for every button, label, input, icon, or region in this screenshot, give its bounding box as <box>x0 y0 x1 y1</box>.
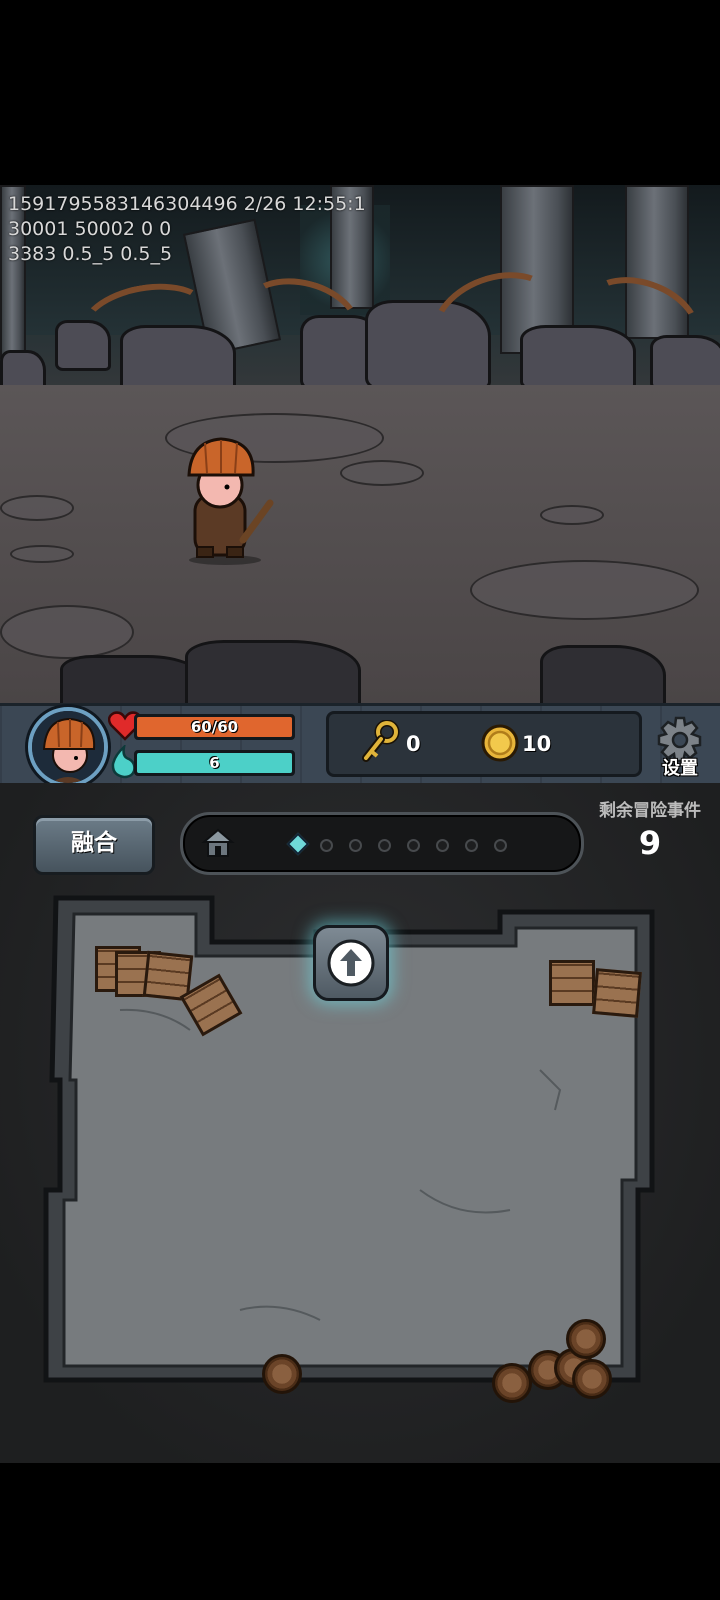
coin-count: 10 <box>522 732 552 756</box>
adventure-progress-track <box>180 812 584 875</box>
wooden-barrel <box>572 1359 612 1399</box>
progress-dot <box>436 839 449 852</box>
floor-puddle <box>470 560 699 620</box>
hp-bar: 60/60 <box>134 714 295 740</box>
debug-overlay: 1591795583146304496 2/26 12:55:1 30001 5… <box>8 192 366 267</box>
key-count: 0 <box>406 732 421 756</box>
pumpkin-hero-character <box>187 437 274 565</box>
progress-dot <box>349 839 362 852</box>
floor-puddle <box>540 505 604 525</box>
fuse-button[interactable]: 融合 <box>33 815 155 875</box>
mana-bar: 6 <box>134 750 295 776</box>
room-exit-up-button[interactable] <box>313 925 389 1001</box>
floor-puddle <box>340 460 424 486</box>
remaining-events-label: 剩余冒险事件 <box>599 801 701 821</box>
wooden-barrel <box>262 1354 302 1394</box>
settings-label[interactable]: 设置 <box>652 754 708 780</box>
pumpkin-hat-hero-portrait-icon <box>32 711 104 783</box>
hp-text: 60/60 <box>190 718 239 736</box>
wooden-barrel <box>492 1363 532 1403</box>
progress-dot <box>494 839 507 852</box>
hero-avatar[interactable] <box>28 707 108 787</box>
mana-text: 6 <box>209 754 220 772</box>
gold-coin-icon <box>481 724 519 762</box>
bottom-letterbox <box>0 1463 720 1600</box>
progress-dot <box>320 839 333 852</box>
progress-current-marker <box>286 832 310 856</box>
remaining-events-count: 9 <box>638 824 662 862</box>
wooden-barrel <box>566 1319 606 1359</box>
debug-line: 30001 50002 0 0 <box>8 218 172 240</box>
up-arrow-icon <box>327 939 375 987</box>
progress-dot <box>407 839 420 852</box>
progress-dot <box>378 839 391 852</box>
key-icon <box>362 720 400 762</box>
foreground-debris <box>185 640 361 703</box>
floor-puddle <box>0 495 74 521</box>
debug-line: 3383 0.5_5 0.5_5 <box>8 243 173 265</box>
floor-puddle <box>10 545 74 563</box>
debug-line: 1591795583146304496 2/26 12:55:1 <box>8 193 366 215</box>
wooden-crate <box>549 960 595 1006</box>
floor-puddle <box>0 605 134 659</box>
foreground-debris <box>540 645 666 703</box>
wooden-crate <box>592 968 642 1018</box>
progress-dot <box>465 839 478 852</box>
house-icon <box>201 828 235 857</box>
